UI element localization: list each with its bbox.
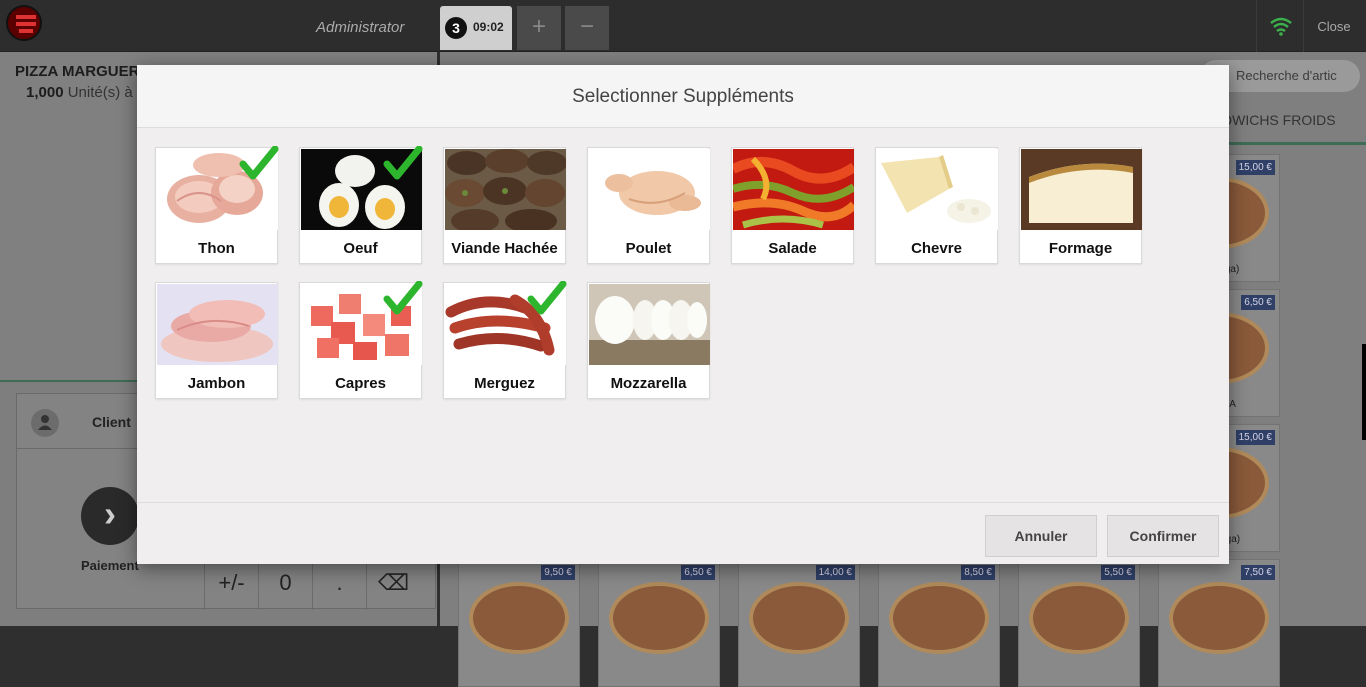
supplement-grid: Thon Oeuf Viande Hachée Poulet Salade Ch… <box>155 146 1215 407</box>
selected-check-icon <box>383 281 423 315</box>
pizza-image <box>1169 582 1269 654</box>
cancel-button[interactable]: Annuler <box>985 515 1097 557</box>
add-order-button[interactable]: + <box>517 6 561 50</box>
product-card[interactable]: 8,50 € <box>878 559 1000 687</box>
product-price: 5,50 € <box>1101 565 1135 580</box>
dialog-footer: Annuler Confirmer <box>137 502 1229 564</box>
dialog-header: Selectionner Suppléments <box>137 65 1229 128</box>
user-icon <box>31 409 59 437</box>
mozzarella-image <box>589 284 710 365</box>
supplement-label: Salade <box>768 240 817 257</box>
order-number-badge: 3 <box>445 17 467 39</box>
product-card[interactable]: 9,50 € <box>458 559 580 687</box>
restaurant-logo <box>6 5 42 41</box>
numpad-dot[interactable]: . <box>312 560 366 610</box>
top-bar: Administrator 3 09:02 + − Close <box>0 0 1366 52</box>
supplement-label: Viande Hachée <box>451 240 558 257</box>
product-price: 15,00 € <box>1235 160 1275 175</box>
ham-image <box>157 284 278 365</box>
product-price: 9,50 € <box>541 565 575 580</box>
pizza-image <box>1029 582 1129 654</box>
product-price: 15,00 € <box>1235 430 1275 445</box>
supplement-tile-formage[interactable]: Formage <box>1019 147 1142 264</box>
remove-order-button[interactable]: − <box>565 6 609 50</box>
supplement-tile-viande-hachee[interactable]: Viande Hachée <box>443 147 566 264</box>
product-card[interactable]: 5,50 € <box>1018 559 1140 687</box>
cheese-wedge-image <box>1021 149 1142 230</box>
supplement-tile-merguez[interactable]: Merguez <box>443 281 567 399</box>
scrollbar[interactable] <box>1362 344 1366 440</box>
supplements-dialog: Selectionner Suppléments Thon Oeuf Viand… <box>137 65 1229 564</box>
pizza-image <box>609 582 709 654</box>
pizza-image <box>889 582 989 654</box>
supplement-tile-oeuf[interactable]: Oeuf <box>299 146 423 264</box>
pizza-image <box>469 582 569 654</box>
supplement-tile-poulet[interactable]: Poulet <box>587 147 710 264</box>
product-price: 6,50 € <box>1241 295 1275 310</box>
numpad-backspace[interactable]: ⌫ <box>366 560 420 610</box>
supplement-tile-thon[interactable]: Thon <box>155 146 279 264</box>
payment-button[interactable]: › <box>81 487 139 545</box>
product-price: 7,50 € <box>1241 565 1275 580</box>
supplement-label: Capres <box>335 375 386 392</box>
supplement-label: Mozzarella <box>610 375 687 392</box>
supplement-tile-capres[interactable]: Capres <box>299 281 423 399</box>
product-card[interactable]: 7,50 € <box>1158 559 1280 687</box>
wifi-icon <box>1256 0 1304 52</box>
orderline-product-name[interactable]: PIZZA MARGUERI <box>15 63 144 80</box>
goat-cheese-image <box>877 149 998 230</box>
user-name[interactable]: Administrator <box>316 19 404 36</box>
supplement-label: Poulet <box>625 240 672 257</box>
close-button[interactable]: Close <box>1306 19 1362 34</box>
pizza-image <box>749 582 849 654</box>
order-time: 09:02 <box>473 20 504 34</box>
numpad-plus-minus[interactable]: +/- <box>204 560 258 610</box>
selected-check-icon <box>383 146 423 180</box>
supplement-label: Formage <box>1048 240 1113 257</box>
client-label: Client <box>92 414 131 430</box>
supplement-tile-mozzarella[interactable]: Mozzarella <box>587 282 710 399</box>
product-price: 6,50 € <box>681 565 715 580</box>
payment-label: Paiement <box>81 558 139 573</box>
dialog-title: Selectionner Suppléments <box>572 86 794 107</box>
orderline-qty-value: 1,000 <box>26 84 64 101</box>
chicken-image <box>589 149 710 230</box>
selected-check-icon <box>527 281 567 315</box>
supplement-label: Merguez <box>474 375 535 392</box>
product-card[interactable]: 6,50 € <box>598 559 720 687</box>
orderline-qty-unit: Unité(s) à <box>67 84 133 101</box>
order-tab[interactable]: 3 09:02 <box>440 6 512 50</box>
supplement-label: Chevre <box>911 240 962 257</box>
minced-meat-image <box>445 149 566 230</box>
numpad: +/- 0 . ⌫ <box>204 560 420 610</box>
orderline-quantity: 1,000 Unité(s) à <box>26 84 133 101</box>
supplement-tile-chevre[interactable]: Chevre <box>875 147 998 264</box>
product-price: 14,00 € <box>815 565 855 580</box>
product-card[interactable]: 14,00 € <box>738 559 860 687</box>
product-price: 8,50 € <box>961 565 995 580</box>
numpad-zero[interactable]: 0 <box>258 560 312 610</box>
peppers-image <box>733 149 854 230</box>
supplement-tile-jambon[interactable]: Jambon <box>155 282 278 399</box>
supplement-label: Jambon <box>187 375 246 392</box>
supplement-label: Oeuf <box>343 240 378 257</box>
confirm-button[interactable]: Confirmer <box>1107 515 1219 557</box>
supplement-tile-salade[interactable]: Salade <box>731 147 854 264</box>
category-tab[interactable]: DWICHS FROIDS <box>1222 112 1366 128</box>
supplement-label: Thon <box>198 240 235 257</box>
selected-check-icon <box>239 146 279 180</box>
